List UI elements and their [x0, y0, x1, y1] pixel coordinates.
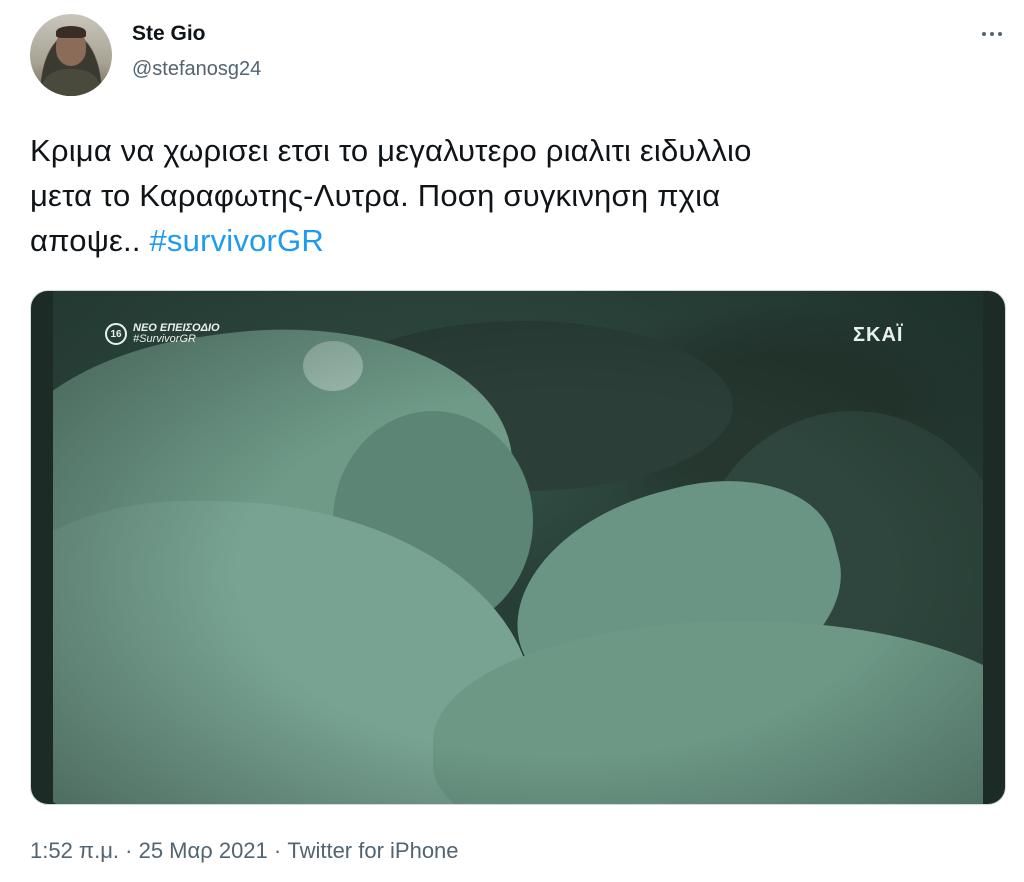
meta-separator: · [267, 838, 288, 863]
tweet-source-link[interactable]: Twitter for iPhone [287, 838, 458, 863]
more-horizontal-icon[interactable] [972, 22, 1012, 46]
tweet-text-segment: αποψε.. [30, 223, 150, 258]
tweet: Ste Gio @stefanosg24 Κριμα να χωρισει ετ… [0, 0, 1024, 882]
tweet-date[interactable]: 25 Μαρ 2021 [139, 838, 268, 863]
avatar-hair [56, 26, 86, 38]
episode-badge: 16 ΝΕΟ ΕΠΕΙΣΟΔΙΟ #SurvivorGR [105, 323, 220, 345]
channel-logo: ΣΚΑΪ [853, 324, 904, 346]
meta-separator: · [119, 838, 139, 863]
author-handle[interactable]: @stefanosg24 [132, 58, 261, 81]
age-rating-badge: 16 [105, 323, 127, 345]
video-frame: 16 ΝΕΟ ΕΠΕΙΣΟΔΙΟ #SurvivorGR ΣΚΑΪ [53, 291, 983, 804]
tweet-text-line: αποψε.. #survivorGR [30, 218, 1000, 263]
author-name[interactable]: Ste Gio [132, 22, 206, 46]
tweet-time[interactable]: 1:52 π.μ. [30, 838, 119, 863]
tweet-text: Κριμα να χωρισει ετσι το μεγαλυτερο ριαλ… [30, 128, 1000, 263]
tweet-text-line: μετα το Καραφωτης-Λυτρα. Ποση συγκινηση … [30, 178, 721, 213]
tweet-meta: 1:52 π.μ. · 25 Μαρ 2021 · Twitter for iP… [30, 838, 459, 864]
avatar[interactable] [30, 14, 112, 96]
episode-tag: #SurvivorGR [133, 333, 196, 345]
tweet-media[interactable]: 16 ΝΕΟ ΕΠΕΙΣΟΔΙΟ #SurvivorGR ΣΚΑΪ [30, 290, 1006, 805]
avatar-body [42, 69, 100, 96]
tweet-text-line: Κριμα να χωρισει ετσι το μεγαλυτερο ριαλ… [30, 133, 752, 168]
hashtag-link[interactable]: #survivorGR [149, 223, 323, 258]
